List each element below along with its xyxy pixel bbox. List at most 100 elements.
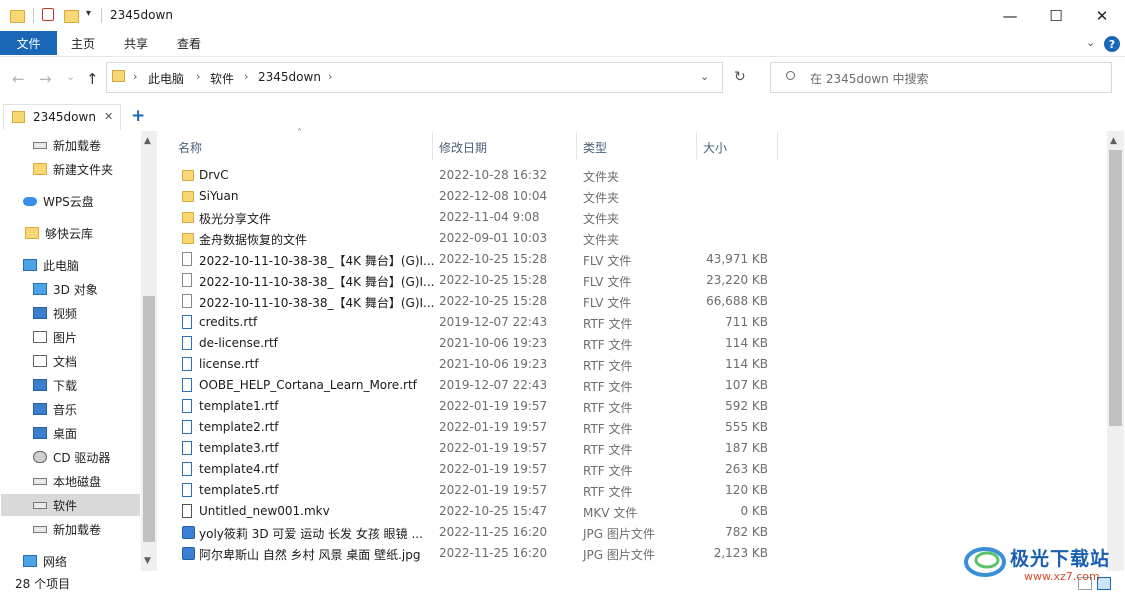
sidebar-item[interactable]: 文档 (0, 350, 140, 372)
drive-icon (33, 501, 47, 509)
file-name: Untitled_new001.mkv (199, 504, 330, 518)
new-folder-icon[interactable] (64, 10, 79, 23)
file-row[interactable]: template5.rtf 2022-01-19 19:57 RTF 文件 120 K… (173, 480, 778, 501)
file-row[interactable]: 阿尔卑斯山 自然 乡村 风景 桌面 壁纸.jpg 2022-11-25 16:20… (173, 543, 778, 564)
sidebar-item[interactable]: WPS云盘 (0, 190, 140, 212)
file-row[interactable]: Untitled_new001.mkv 2022-10-25 15:47 MKV 文… (173, 501, 778, 522)
refresh-button[interactable]: ↻ (734, 69, 746, 85)
scroll-up-icon[interactable]: ▲ (1110, 136, 1117, 146)
column-header-date[interactable]: 修改日期 (439, 139, 487, 156)
file-size: 107 KB (725, 378, 768, 392)
sidebar-item[interactable]: 新建文件夹 (0, 158, 140, 180)
sidebar-item[interactable]: 下载 (0, 374, 140, 396)
file-name: DrvC (199, 168, 229, 182)
file-date: 2021-10-06 19:23 (439, 357, 548, 371)
sidebar-item[interactable]: 软件 (1, 494, 140, 516)
file-row[interactable]: DrvC 2022-10-28 16:32 文件夹 (173, 165, 778, 186)
help-icon[interactable]: ? (1104, 36, 1120, 52)
tab-home[interactable]: 主页 (71, 31, 95, 55)
column-divider[interactable] (696, 132, 697, 160)
file-list-scroll-thumb[interactable] (1109, 150, 1122, 426)
column-header-type[interactable]: 类型 (583, 139, 607, 156)
close-button[interactable]: ✕ (1079, 0, 1125, 31)
file-icon (182, 252, 192, 266)
up-button[interactable]: ↑ (86, 70, 99, 88)
chevron-down-icon[interactable]: ⌄ (1086, 36, 1095, 49)
file-row[interactable]: template1.rtf 2022-01-19 19:57 RTF 文件 592 K… (173, 396, 778, 417)
breadcrumb-2345down[interactable]: 2345down (258, 70, 321, 84)
address-dropdown-button[interactable]: ⌄ (700, 70, 709, 83)
back-button[interactable]: ← (12, 70, 25, 88)
file-row[interactable]: 2022-10-11-10-38-38_【4K 舞台】(G)I... 2022-1… (173, 249, 778, 270)
desktop-icon (33, 427, 47, 439)
close-tab-button[interactable]: ✕ (104, 110, 113, 123)
sidebar-item[interactable]: 音乐 (0, 398, 140, 420)
network-icon (23, 555, 37, 567)
column-divider[interactable] (777, 132, 778, 160)
minimize-button[interactable]: — (987, 0, 1033, 31)
forward-button[interactable]: → (39, 70, 52, 88)
file-row[interactable]: template3.rtf 2022-01-19 19:57 RTF 文件 187 K… (173, 438, 778, 459)
tab-view[interactable]: 查看 (177, 31, 201, 55)
file-name: credits.rtf (199, 315, 258, 329)
sidebar-item[interactable]: 此电脑 (0, 254, 140, 276)
chevron-right-icon[interactable]: › (196, 70, 200, 83)
file-name: de-license.rtf (199, 336, 278, 350)
tab-share[interactable]: 共享 (124, 31, 148, 55)
sidebar-item[interactable]: 图片 (0, 326, 140, 348)
file-size: 187 KB (725, 441, 768, 455)
column-header-size[interactable]: 大小 (703, 139, 727, 156)
file-row[interactable]: OOBE_HELP_Cortana_Learn_More.rtf 2019-12-… (173, 375, 778, 396)
sidebar-item[interactable]: 桌面 (0, 422, 140, 444)
column-header-name[interactable]: 名称 (178, 139, 202, 156)
sidebar-item[interactable]: CD 驱动器 (0, 446, 140, 468)
file-row[interactable]: 极光分享文件 2022-11-04 9:08 文件夹 (173, 207, 778, 228)
file-row[interactable]: credits.rtf 2019-12-07 22:43 RTF 文件 711 KB (173, 312, 778, 333)
sidebar-item[interactable]: 新加载卷 (0, 134, 140, 156)
sidebar-item[interactable]: 3D 对象 (0, 278, 140, 300)
file-row[interactable]: template2.rtf 2022-01-19 19:57 RTF 文件 555 K… (173, 417, 778, 438)
file-row[interactable]: yoly筱莉 3D 可爱 运动 长发 女孩 眼镜 ... 2022-11-25 1… (173, 522, 778, 543)
folder-icon (182, 233, 194, 244)
music-icon (33, 403, 47, 415)
new-tab-button[interactable]: + (131, 106, 145, 126)
breadcrumb-this-pc[interactable]: 此电脑 (148, 70, 184, 87)
sidebar-item[interactable]: 网络 (0, 550, 140, 572)
quick-access-dropdown-icon[interactable]: ▾ (86, 8, 91, 19)
sidebar-item[interactable]: 本地磁盘 (0, 470, 140, 492)
column-divider[interactable] (576, 132, 577, 160)
sidebar-item-label: 本地磁盘 (53, 474, 102, 489)
file-row[interactable]: 2022-10-11-10-38-38_【4K 舞台】(G)I... 2022-1… (173, 270, 778, 291)
scroll-down-icon[interactable]: ▼ (144, 556, 151, 566)
file-row[interactable]: SiYuan 2022-12-08 10:04 文件夹 (173, 186, 778, 207)
chevron-right-icon[interactable]: › (244, 70, 248, 83)
breadcrumb-software[interactable]: 软件 (210, 70, 234, 87)
scroll-up-icon[interactable]: ▲ (144, 136, 151, 146)
file-row[interactable]: de-license.rtf 2021-10-06 19:23 RTF 文件 114 … (173, 333, 778, 354)
sidebar-scroll-thumb[interactable] (143, 296, 155, 542)
rtf-document-icon (182, 336, 192, 350)
sidebar-item[interactable]: 新加载卷 (0, 518, 140, 540)
search-input[interactable]: 在 2345down 中搜索 (810, 70, 929, 87)
sidebar-item[interactable]: 视频 (0, 302, 140, 324)
file-row[interactable]: license.rtf 2021-10-06 19:23 RTF 文件 114 KB (173, 354, 778, 375)
sidebar-item[interactable]: 够快云库 (0, 222, 140, 244)
title-bar: ▾ 2345down — ☐ ✕ (0, 0, 1125, 31)
file-row[interactable]: 2022-10-11-10-38-38_【4K 舞台】(G)I... 2022-1… (173, 291, 778, 312)
sidebar-item-label: WPS云盘 (43, 194, 94, 209)
properties-icon[interactable] (42, 8, 54, 21)
recent-locations-button[interactable]: ⌄ (66, 70, 75, 83)
tab-file[interactable]: 文件 (0, 31, 57, 55)
file-name: OOBE_HELP_Cortana_Learn_More.rtf (199, 378, 417, 392)
maximize-button[interactable]: ☐ (1033, 0, 1079, 31)
chevron-right-icon[interactable]: › (328, 70, 332, 83)
sidebar-item-label: 此电脑 (43, 258, 80, 273)
file-row[interactable]: template4.rtf 2022-01-19 19:57 RTF 文件 263 K… (173, 459, 778, 480)
window-title: 2345down (110, 8, 173, 22)
column-divider[interactable] (432, 132, 433, 160)
file-type: FLV 文件 (583, 275, 632, 289)
sidebar-item-label: 够快云库 (45, 226, 94, 241)
file-date: 2022-09-01 10:03 (439, 231, 548, 245)
file-size: 782 KB (725, 525, 768, 539)
file-row[interactable]: 金舟数据恢复的文件 2022-09-01 10:03 文件夹 (173, 228, 778, 249)
